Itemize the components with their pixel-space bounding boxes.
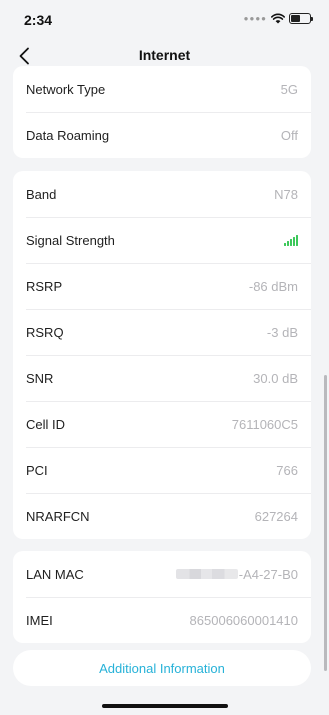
row-label: IMEI [26,612,53,628]
cellular-dots-icon: ●●●● [243,14,267,23]
row-label: SNR [26,370,54,386]
status-bar: 2:34 ●●●● [0,0,329,38]
row-value: 30.0 dB [253,370,298,386]
status-icons: ●●●● [243,13,313,24]
home-indicator[interactable] [102,704,228,708]
row-label: LAN MAC [26,566,84,582]
list-item-cell-id: Cell ID 7611060C5 [13,401,311,447]
list-item-imei: IMEI 865006060001410 [13,597,311,643]
signal-bars-icon [284,234,298,246]
row-label: Network Type [26,81,106,97]
redacted-mac-prefix [175,569,238,579]
screen: 2:34 ●●●● Internet Network Type 5G Data … [0,0,329,715]
list-item-data-roaming: Data Roaming Off [13,112,311,158]
list-item-rsrq: RSRQ -3 dB [13,309,311,355]
mac-suffix: -A4-27-B0 [238,566,298,582]
list-item-pci: PCI 766 [13,447,311,493]
row-value: 5G [280,81,298,97]
row-value: 7611060C5 [231,416,298,432]
device-card: LAN MAC -A4-27-B0 IMEI 865006060001410 [13,551,311,643]
network-card: Network Type 5G Data Roaming Off [13,66,311,158]
scrollbar[interactable] [324,375,327,671]
row-label: NRARFCN [26,508,90,524]
row-value: 627264 [254,508,298,524]
row-value: -3 dB [266,324,298,340]
wifi-icon [271,13,285,24]
list-item-band: Band N78 [13,171,311,217]
row-label: RSRP [26,278,63,294]
signal-bar [293,236,295,246]
signal-bar [287,240,289,246]
signal-bar [284,242,286,246]
list-item-rsrp: RSRP -86 dBm [13,263,311,309]
list-item-lan-mac: LAN MAC -A4-27-B0 [13,551,311,597]
page-title: Internet [138,47,191,63]
list-item-nrarfcn: NRARFCN 627264 [13,493,311,539]
row-value: 766 [276,462,298,478]
row-label: Data Roaming [26,127,110,143]
list-item-snr: SNR 30.0 dB [13,355,311,401]
row-label: PCI [26,462,48,478]
row-value: -86 dBm [248,278,298,294]
battery-icon [289,13,313,24]
row-label: Signal Strength [26,232,115,248]
row-value: -A4-27-B0 [175,566,298,582]
signal-card: Band N78 Signal Strength RSRP -86 dBm RS… [13,171,311,539]
row-label: Band [26,186,57,202]
additional-information-button[interactable]: Additional Information [13,650,311,686]
list-item-network-type: Network Type 5G [13,66,311,112]
row-value: Off [280,127,298,143]
row-label: Cell ID [26,416,66,432]
list-item-signal-strength: Signal Strength [13,217,311,263]
row-value: 865006060001410 [189,612,298,628]
signal-bar [296,234,298,246]
row-label: RSRQ [26,324,64,340]
status-time: 2:34 [24,12,53,28]
row-value: N78 [274,186,298,202]
signal-bar [290,238,292,246]
